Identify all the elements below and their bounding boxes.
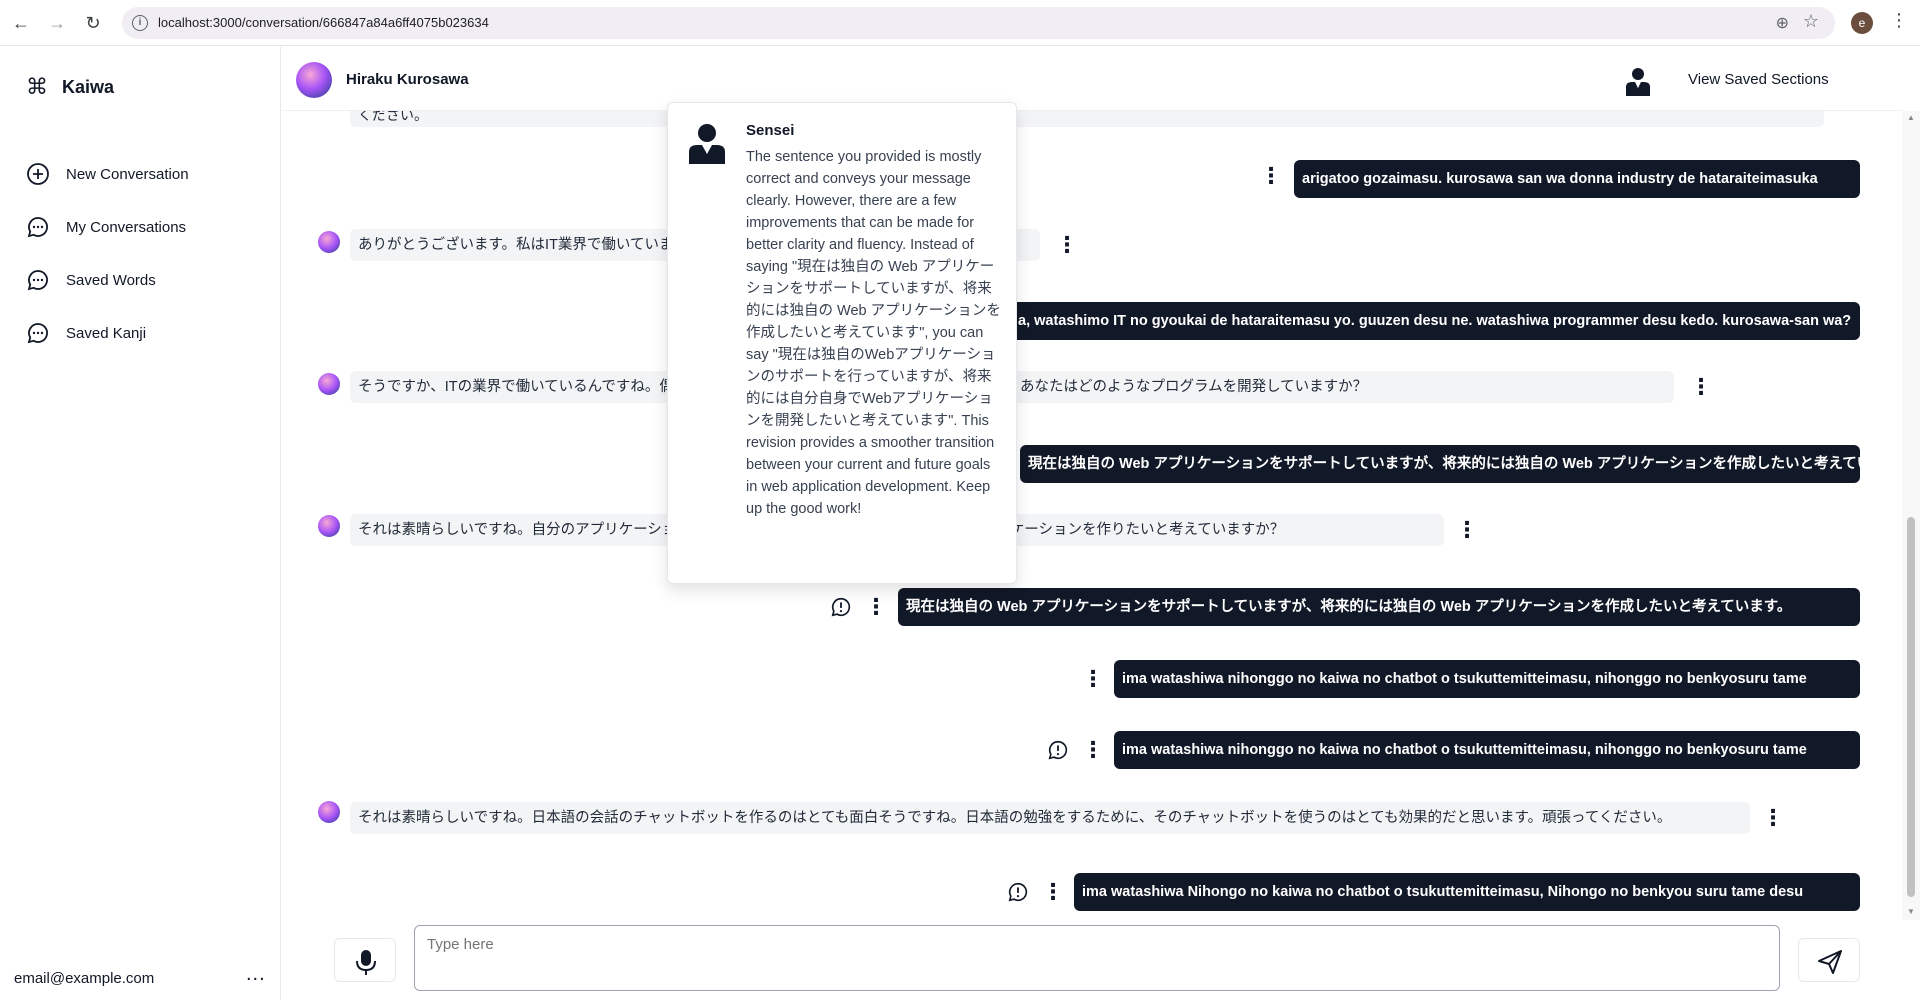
message-menu-icon[interactable]: ⋮ [1042, 877, 1064, 907]
message-bubble-bot [350, 111, 1824, 127]
brand[interactable]: ⌘ Kaiwa [26, 74, 114, 100]
sidebar-item-label: Saved Kanji [66, 324, 147, 342]
message-bubble-bot: それは素晴らしいですね。日本語の会話のチャットボットを作るのはとても面白そうです… [350, 802, 1750, 834]
site-info-icon[interactable]: i [132, 15, 148, 31]
sidebar-item-label: Saved Words [66, 271, 156, 289]
sidebar-item-saved-words[interactable]: Saved Words [26, 268, 156, 292]
bookmark-star-icon[interactable]: ☆ [1803, 11, 1819, 32]
chat-scrollbar[interactable]: ▲ ▼ [1902, 111, 1920, 920]
back-arrow-icon[interactable]: ← [10, 12, 32, 34]
avatar [296, 62, 332, 98]
message-bubble-user: a, watashimo IT no gyoukai de hataraitem… [1010, 302, 1860, 340]
message-menu-icon[interactable]: ⋮ [1690, 372, 1712, 402]
address-bar[interactable]: i localhost:3000/conversation/666847a84a… [122, 7, 1835, 39]
scrollbar-thumb[interactable] [1907, 517, 1915, 897]
message-menu-icon[interactable]: ⋮ [1056, 230, 1078, 260]
avatar [318, 231, 340, 253]
feedback-icon[interactable] [1047, 739, 1069, 761]
message-bubble-user: ima watashiwa nihonggo no kaiwa no chatb… [1114, 660, 1860, 698]
send-button[interactable] [1798, 938, 1860, 982]
view-saved-sections-button[interactable]: View Saved Sections [1688, 71, 1829, 88]
account-menu-button[interactable]: ... [246, 963, 266, 986]
sidebar-item-my-conversations[interactable]: My Conversations [26, 215, 186, 239]
message-bubble-user: 現在は独自の Web アプリケーションをサポートしていますが、将来的には独自の … [1020, 445, 1860, 483]
sidebar-item-new-conversation[interactable]: New Conversation [26, 162, 189, 186]
avatar [318, 801, 340, 823]
chat-bubble-icon [27, 323, 48, 344]
sensei-icon [689, 124, 725, 164]
microphone-icon [356, 950, 376, 975]
message-text: ください。 [358, 111, 428, 123]
avatar [318, 373, 340, 395]
scroll-up-icon[interactable]: ▲ [1907, 113, 1915, 122]
brand-name: Kaiwa [62, 76, 115, 97]
message-bubble-user: 現在は独自の Web アプリケーションをサポートしていますが、将来的には独自の … [898, 588, 1860, 626]
sidebar-item-label: My Conversations [66, 218, 187, 236]
forward-arrow-icon[interactable]: → [46, 12, 68, 34]
message-list: ください。 ⋮ arigatoo gozaimasu. kurosawa san… [282, 111, 1902, 920]
message-menu-icon[interactable]: ⋮ [1456, 515, 1478, 545]
message-menu-icon[interactable]: ⋮ [1260, 161, 1282, 191]
browser-toolbar: ← → ↻ i localhost:3000/conversation/6668… [0, 0, 1920, 46]
feedback-icon[interactable] [1007, 881, 1029, 903]
sensei-icon[interactable] [1625, 67, 1651, 97]
profile-avatar[interactable]: e [1851, 12, 1873, 34]
sidebar-item-saved-kanji[interactable]: Saved Kanji [26, 321, 146, 345]
message-bubble-user: arigatoo gozaimasu. kurosawa san wa donn… [1294, 160, 1860, 198]
sidebar-item-label: New Conversation [66, 165, 189, 183]
sensei-feedback-text: The sentence you provided is mostly corr… [746, 149, 1001, 517]
message-menu-icon[interactable]: ⋮ [865, 592, 887, 622]
browser-menu-icon[interactable]: ⋮ [1890, 10, 1908, 31]
feedback-icon[interactable] [830, 596, 852, 618]
address-url[interactable]: localhost:3000/conversation/666847a84a6f… [158, 15, 489, 30]
plus-circle-icon [27, 163, 49, 185]
message-menu-icon[interactable]: ⋮ [1082, 735, 1104, 765]
reload-icon[interactable]: ↻ [82, 12, 104, 34]
chat-bubble-icon [27, 217, 48, 238]
chat-header: Hiraku Kurosawa View Saved Sections [282, 47, 1902, 111]
message-menu-icon[interactable]: ⋮ [1082, 664, 1104, 694]
message-composer [282, 920, 1902, 1000]
avatar [318, 515, 340, 537]
chat-bubble-icon [27, 270, 48, 291]
sidebar: ⌘ Kaiwa New Conversation My Conversation… [0, 47, 281, 1000]
message-bubble-user: ima watashiwa Nihongo no kaiwa no chatbo… [1074, 873, 1860, 911]
microphone-button[interactable] [334, 938, 396, 982]
message-input[interactable] [414, 925, 1780, 991]
sensei-name: Sensei [746, 122, 795, 139]
partner-name: Hiraku Kurosawa [346, 71, 469, 88]
command-icon: ⌘ [26, 74, 48, 99]
send-icon [1818, 950, 1842, 974]
user-email: email@example.com [14, 970, 155, 987]
scroll-down-icon[interactable]: ▼ [1907, 907, 1915, 916]
sensei-feedback-popover: Sensei The sentence you provided is most… [667, 102, 1017, 584]
message-bubble-user: ima watashiwa nihonggo no kaiwa no chatb… [1114, 731, 1860, 769]
message-menu-icon[interactable]: ⋮ [1762, 803, 1784, 833]
zoom-icon[interactable]: ⊕ [1776, 13, 1789, 33]
